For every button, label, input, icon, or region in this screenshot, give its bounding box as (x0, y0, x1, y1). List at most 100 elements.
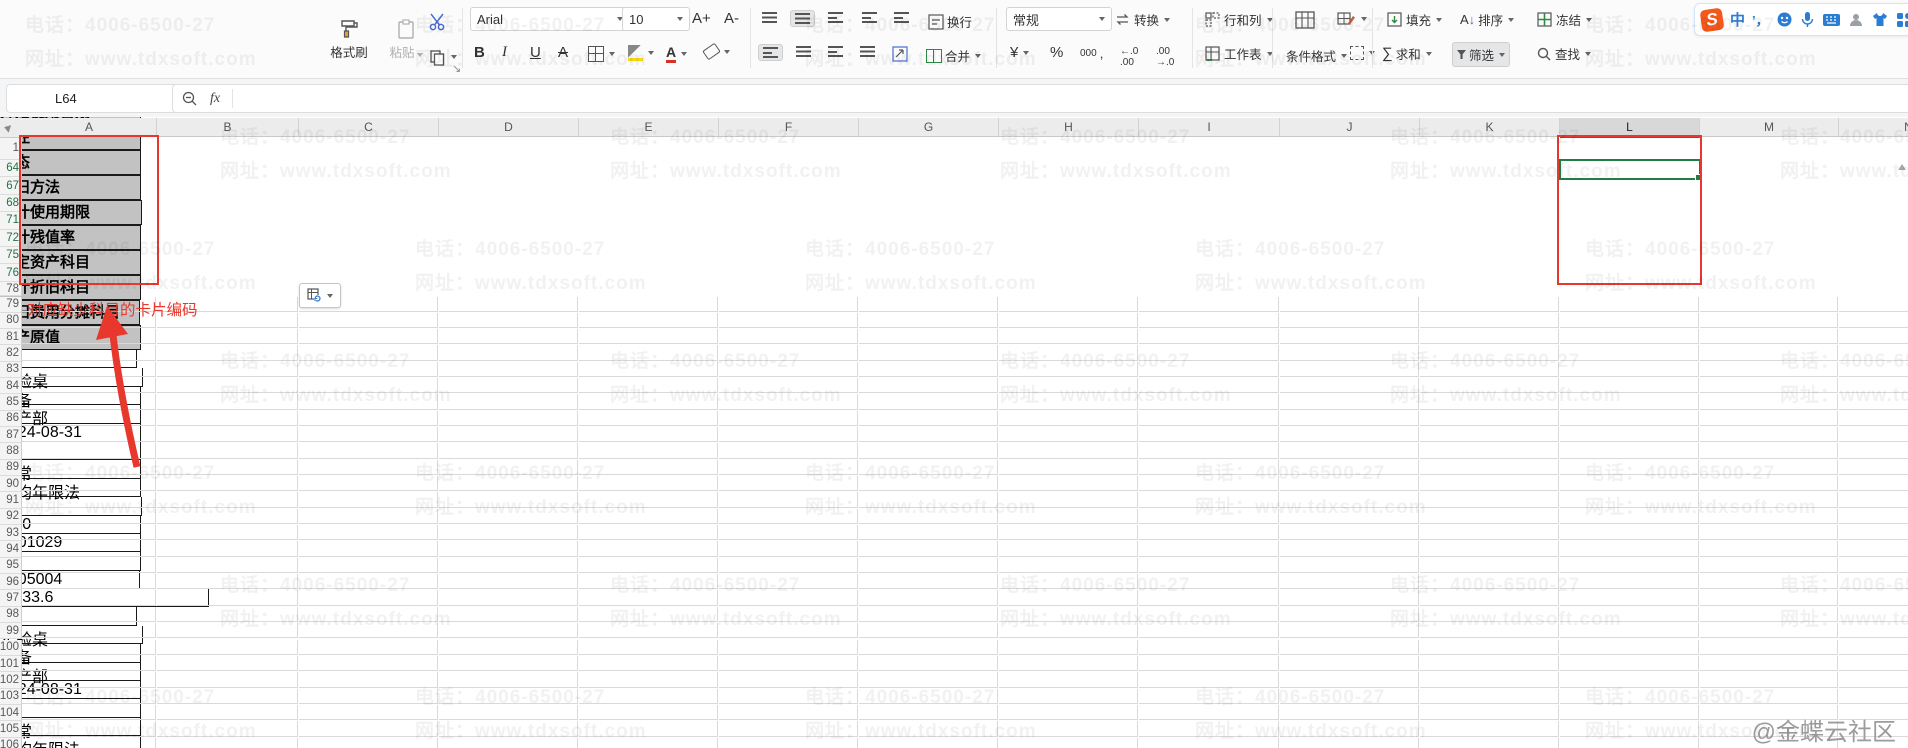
empty-cell-G93[interactable] (859, 525, 998, 540)
empty-cell-A103[interactable] (22, 689, 156, 704)
empty-cell-H83[interactable] (999, 362, 1138, 377)
empty-cell-I96[interactable] (1139, 574, 1279, 589)
conditional-format-button[interactable]: 条件格式 (1282, 44, 1351, 67)
ime-microphone-icon[interactable] (1800, 11, 1815, 28)
empty-cell-K104[interactable] (1420, 705, 1559, 720)
empty-cell-H81[interactable] (999, 329, 1138, 344)
empty-cell-A93[interactable] (22, 525, 156, 540)
empty-cell-A105[interactable] (22, 721, 156, 736)
empty-cell-L85[interactable] (1560, 394, 1699, 409)
empty-cell-K103[interactable] (1420, 689, 1559, 704)
empty-cell-K106[interactable] (1420, 738, 1559, 748)
empty-cell-B101[interactable] (157, 656, 298, 671)
empty-cell-G100[interactable] (859, 640, 998, 655)
empty-cell-F94[interactable] (719, 541, 858, 556)
empty-cell-E84[interactable] (579, 378, 718, 393)
empty-cell-K94[interactable] (1420, 541, 1559, 556)
empty-cell-G84[interactable] (859, 378, 998, 393)
empty-cell-D93[interactable] (439, 525, 578, 540)
empty-cell-K97[interactable] (1420, 590, 1559, 605)
font-color-button[interactable]: A (662, 42, 691, 65)
empty-cell-G88[interactable] (859, 443, 998, 458)
cell-borders-style-button[interactable] (1346, 44, 1379, 62)
empty-cell-G96[interactable] (859, 574, 998, 589)
empty-cell-H79[interactable] (999, 297, 1138, 312)
empty-cell-M97[interactable] (1700, 590, 1838, 605)
empty-cell-E91[interactable] (579, 492, 718, 507)
empty-cell-K93[interactable] (1420, 525, 1559, 540)
row-header-96[interactable]: 96 (0, 574, 22, 590)
row-header-72[interactable]: 72 (0, 230, 22, 247)
empty-cell-D100[interactable] (439, 640, 578, 655)
empty-cell-A92[interactable] (22, 509, 156, 524)
strikethrough-button[interactable]: A (554, 42, 572, 63)
empty-cell-M87[interactable] (1700, 427, 1838, 442)
font-name-select[interactable]: Arial (470, 7, 630, 31)
column-header-D[interactable]: D (439, 118, 579, 137)
empty-cell-I101[interactable] (1139, 656, 1279, 671)
empty-cell-F85[interactable] (719, 394, 858, 409)
empty-cell-A83[interactable] (22, 362, 156, 377)
empty-cell-K87[interactable] (1420, 427, 1559, 442)
empty-cell-H105[interactable] (999, 721, 1138, 736)
empty-cell-H99[interactable] (999, 623, 1138, 638)
empty-cell-L102[interactable] (1560, 672, 1699, 687)
empty-cell-I82[interactable] (1139, 345, 1279, 360)
row-header-95[interactable]: 95 (0, 558, 22, 574)
empty-cell-M93[interactable] (1700, 525, 1838, 540)
empty-cell-H94[interactable] (999, 541, 1138, 556)
empty-cell-F105[interactable] (719, 721, 858, 736)
empty-cell-K81[interactable] (1420, 329, 1559, 344)
empty-cell-A97[interactable] (22, 590, 156, 605)
empty-cell-J100[interactable] (1280, 640, 1419, 655)
find-button[interactable]: 查找 (1532, 42, 1595, 65)
empty-cell-K96[interactable] (1420, 574, 1559, 589)
empty-cell-E81[interactable] (579, 329, 718, 344)
empty-cell-A90[interactable] (22, 476, 156, 491)
empty-cell-J104[interactable] (1280, 705, 1419, 720)
empty-cell-L88[interactable] (1560, 443, 1699, 458)
empty-cell-H90[interactable] (999, 476, 1138, 491)
ime-profile-icon[interactable] (1848, 12, 1864, 28)
empty-cell-E104[interactable] (579, 705, 718, 720)
empty-cell-L97[interactable] (1560, 590, 1699, 605)
empty-cell-E86[interactable] (579, 411, 718, 426)
empty-cell-C99[interactable] (299, 623, 438, 638)
fill-handle[interactable] (1695, 174, 1702, 181)
empty-cell-M94[interactable] (1700, 541, 1838, 556)
empty-cell-E106[interactable] (579, 738, 718, 748)
empty-cell-D102[interactable] (439, 672, 578, 687)
empty-cell-C85[interactable] (299, 394, 438, 409)
empty-cell-G87[interactable] (859, 427, 998, 442)
empty-cell-D87[interactable] (439, 427, 578, 442)
empty-cell-E85[interactable] (579, 394, 718, 409)
empty-cell-K101[interactable] (1420, 656, 1559, 671)
empty-cell-I88[interactable] (1139, 443, 1279, 458)
empty-cell-E95[interactable] (579, 558, 718, 573)
empty-cell-D83[interactable] (439, 362, 578, 377)
empty-cell-I105[interactable] (1139, 721, 1279, 736)
empty-cell-G105[interactable] (859, 721, 998, 736)
empty-cell-I102[interactable] (1139, 672, 1279, 687)
empty-cell-J103[interactable] (1280, 689, 1419, 704)
empty-cell-B88[interactable] (157, 443, 298, 458)
empty-cell-C89[interactable] (299, 460, 438, 475)
empty-cell-I83[interactable] (1139, 362, 1279, 377)
empty-cell-K100[interactable] (1420, 640, 1559, 655)
empty-cell-J106[interactable] (1280, 738, 1419, 748)
empty-cell-M88[interactable] (1700, 443, 1838, 458)
empty-cell-L99[interactable] (1560, 623, 1699, 638)
empty-cell-C97[interactable] (299, 590, 438, 605)
column-header-A[interactable]: A (22, 118, 157, 137)
empty-cell-M90[interactable] (1700, 476, 1838, 491)
empty-cell-D91[interactable] (439, 492, 578, 507)
ime-emoji-icon[interactable] (1776, 11, 1793, 28)
empty-cell-K85[interactable] (1420, 394, 1559, 409)
empty-cell-I100[interactable] (1139, 640, 1279, 655)
row-header-98[interactable]: 98 (0, 607, 22, 623)
empty-cell-F82[interactable] (719, 345, 858, 360)
empty-cell-M98[interactable] (1700, 607, 1838, 622)
cell-style-button[interactable] (1332, 8, 1371, 30)
empty-cell-H101[interactable] (999, 656, 1138, 671)
empty-cell-D82[interactable] (439, 345, 578, 360)
